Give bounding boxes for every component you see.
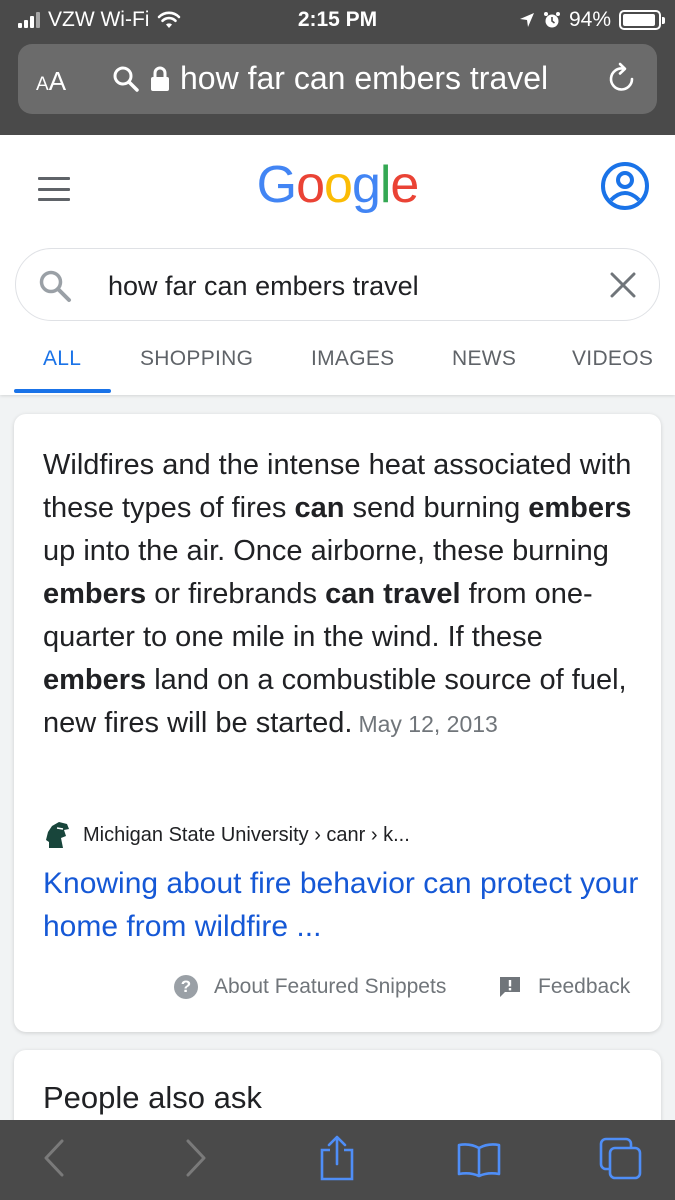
tab-news[interactable]: NEWS bbox=[452, 347, 516, 371]
battery-fill bbox=[623, 14, 655, 26]
result-title-link[interactable]: Knowing about fire behavior can protect … bbox=[43, 862, 643, 948]
snippet-segment: or firebrands bbox=[146, 578, 326, 610]
active-tab-indicator bbox=[14, 389, 111, 393]
share-icon[interactable] bbox=[318, 1134, 356, 1182]
search-input[interactable]: how far can embers travel bbox=[108, 271, 419, 302]
alarm-icon bbox=[543, 12, 560, 28]
tab-images[interactable]: IMAGES bbox=[311, 347, 394, 371]
people-also-ask-card: People also ask bbox=[14, 1050, 661, 1120]
feedback-icon bbox=[500, 977, 520, 997]
about-featured-snippets-link[interactable]: ? About Featured Snippets bbox=[174, 975, 446, 999]
tabs-icon[interactable] bbox=[598, 1136, 644, 1182]
snippet-footer: ? About Featured Snippets Feedback bbox=[14, 975, 661, 1005]
clear-icon[interactable] bbox=[609, 271, 637, 299]
help-icon: ? bbox=[174, 975, 198, 999]
text-size-button[interactable]: AA bbox=[36, 66, 66, 97]
google-header: Google how far can embers travel ALL SHO… bbox=[0, 135, 675, 395]
source-breadcrumb: Michigan State University › canr › k... bbox=[83, 823, 410, 846]
snippet-segment: up into the air. Once airborne, these bu… bbox=[43, 535, 609, 567]
location-icon bbox=[519, 13, 534, 27]
snippet-highlight: can travel bbox=[325, 578, 461, 610]
reload-icon[interactable] bbox=[607, 62, 637, 96]
battery-percent: 94% bbox=[568, 8, 611, 31]
snippet-date: May 12, 2013 bbox=[358, 711, 498, 737]
back-icon[interactable] bbox=[42, 1138, 66, 1178]
msu-logo-icon bbox=[46, 822, 69, 848]
browser-bottom-toolbar bbox=[0, 1120, 675, 1200]
feedback-label: Feedback bbox=[538, 975, 631, 998]
tab-videos[interactable]: VIDEOS bbox=[572, 347, 653, 371]
people-also-ask-title: People also ask bbox=[43, 1080, 262, 1115]
bookmarks-icon[interactable] bbox=[456, 1142, 502, 1178]
snippet-highlight: embers bbox=[528, 492, 632, 524]
result-source[interactable]: Michigan State University › canr › k... bbox=[43, 820, 410, 850]
featured-snippet-card: Wildfires and the intense heat associate… bbox=[14, 414, 661, 1032]
address-text: how far can embers travel bbox=[180, 60, 549, 96]
address-bar[interactable]: AA how far can embers travel bbox=[18, 44, 657, 114]
tab-all[interactable]: ALL bbox=[43, 347, 81, 371]
google-results-page: Google how far can embers travel ALL SHO… bbox=[0, 135, 675, 1120]
forward-icon[interactable] bbox=[184, 1138, 208, 1178]
feedback-link[interactable]: Feedback bbox=[498, 975, 630, 999]
search-tabs: ALL SHOPPING IMAGES NEWS VIDEOS bbox=[0, 333, 675, 395]
battery-icon bbox=[619, 10, 665, 30]
search-icon bbox=[113, 66, 139, 92]
snippet-highlight: embers bbox=[43, 578, 147, 610]
search-icon bbox=[39, 270, 71, 302]
lock-icon bbox=[151, 66, 169, 91]
search-box[interactable]: how far can embers travel bbox=[15, 248, 660, 321]
google-logo[interactable]: Google bbox=[0, 155, 675, 215]
status-bar: VZW Wi-Fi 2:15 PM 94% bbox=[0, 0, 675, 40]
about-label: About Featured Snippets bbox=[214, 975, 447, 998]
browser-top-chrome: VZW Wi-Fi 2:15 PM 94% AA how far can emb… bbox=[0, 0, 675, 135]
status-right: 94% bbox=[519, 8, 665, 32]
snippet-highlight: can bbox=[294, 492, 345, 524]
address-field[interactable]: how far can embers travel bbox=[112, 60, 548, 97]
snippet-highlight: embers bbox=[43, 664, 147, 696]
snippet-text: Wildfires and the intense heat associate… bbox=[43, 444, 643, 746]
snippet-segment: send burning bbox=[344, 492, 529, 524]
account-icon[interactable] bbox=[600, 161, 650, 211]
tab-shopping[interactable]: SHOPPING bbox=[140, 347, 253, 371]
